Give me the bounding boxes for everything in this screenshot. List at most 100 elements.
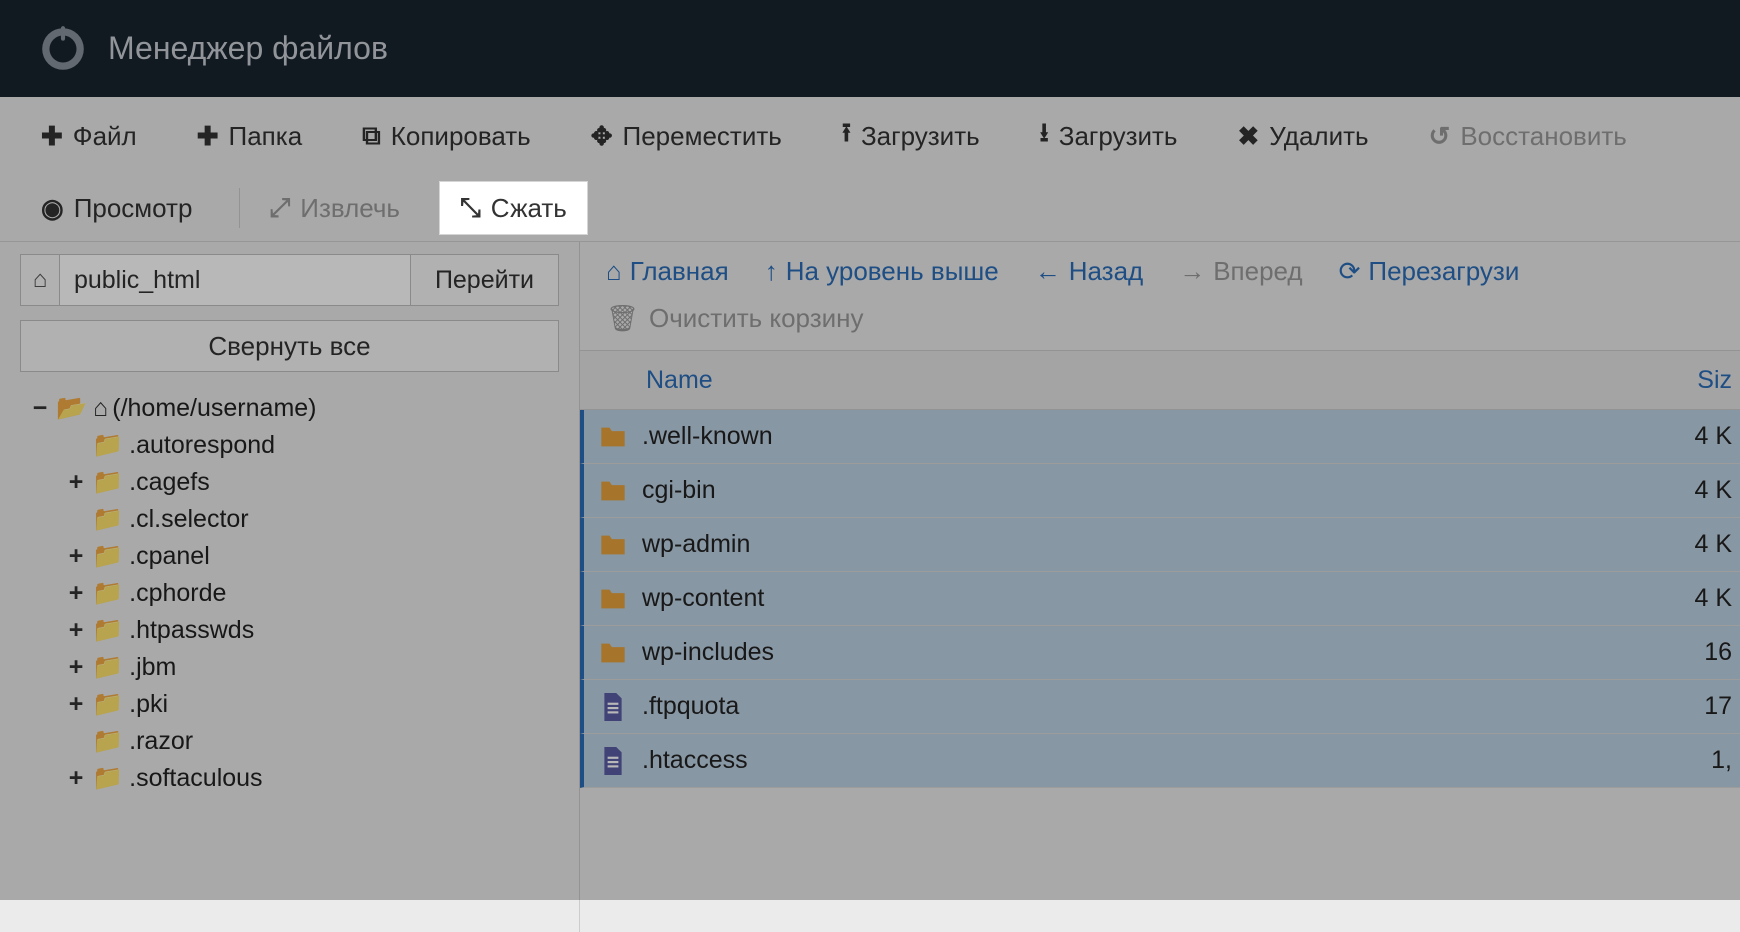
col-size-header[interactable]: Siz bbox=[1660, 366, 1740, 395]
tree-item-label: .cpanel bbox=[129, 542, 210, 571]
tree-item-label: .jbm bbox=[129, 653, 176, 682]
folder-icon: 📁 bbox=[92, 690, 123, 719]
file-name: wp-admin bbox=[642, 530, 1660, 559]
view-button[interactable]: ◉Просмотр bbox=[20, 182, 213, 235]
folder-open-icon: 📂 bbox=[56, 394, 87, 423]
tree-item[interactable]: 📁.cl.selector bbox=[20, 501, 559, 538]
expand-icon[interactable]: + bbox=[66, 468, 86, 497]
upload-button[interactable]: ⭱Загрузить bbox=[821, 103, 1001, 169]
left-arrow-icon: ← bbox=[1035, 256, 1061, 287]
tree-item-label: .cagefs bbox=[129, 468, 210, 497]
table-row[interactable]: wp-admin4 K bbox=[580, 518, 1740, 572]
home-icon: ⌂ bbox=[93, 394, 108, 423]
tree-item[interactable]: 📁.razor bbox=[20, 723, 559, 760]
file-name: cgi-bin bbox=[642, 476, 1660, 505]
table-row[interactable]: wp-content4 K bbox=[580, 572, 1740, 626]
home-button[interactable]: ⌂ bbox=[20, 254, 60, 306]
folder-button[interactable]: ✚Папка bbox=[176, 110, 323, 163]
folder-icon: 📁 bbox=[92, 616, 123, 645]
tree-root[interactable]: − 📂 ⌂ (/home/username) bbox=[20, 390, 559, 427]
delete-button[interactable]: ✖Удалить bbox=[1216, 110, 1389, 163]
file-button[interactable]: ✚Файл bbox=[20, 110, 158, 163]
nav-reload[interactable]: ⟳Перезагрузи bbox=[1339, 256, 1520, 287]
go-button[interactable]: Перейти bbox=[411, 254, 559, 306]
table-row[interactable]: .well-known4 K bbox=[580, 410, 1740, 464]
tree-item[interactable]: +📁.htpasswds bbox=[20, 612, 559, 649]
file-size: 1, bbox=[1660, 746, 1740, 775]
tree-item-label: .cl.selector bbox=[129, 505, 248, 534]
nav-home[interactable]: ⌂Главная bbox=[606, 256, 729, 287]
path-input[interactable] bbox=[60, 254, 411, 306]
empty-trash[interactable]: 🗑Очистить корзину bbox=[580, 295, 1740, 350]
expand-icon[interactable]: + bbox=[66, 542, 86, 571]
tree-item[interactable]: +📁.cpanel bbox=[20, 538, 559, 575]
folder-icon bbox=[584, 425, 642, 449]
table-row[interactable]: cgi-bin4 K bbox=[580, 464, 1740, 518]
nav-forward[interactable]: →Вперед bbox=[1179, 256, 1302, 287]
tree-item-label: .pki bbox=[129, 690, 168, 719]
file-name: wp-includes bbox=[642, 638, 1660, 667]
plus-icon: ✚ bbox=[41, 121, 63, 152]
folder-icon: 📁 bbox=[92, 653, 123, 682]
compress-icon: ⤡ bbox=[460, 192, 481, 224]
move-button[interactable]: ✥Переместить bbox=[570, 110, 803, 163]
delete-icon: ✖ bbox=[1237, 121, 1259, 152]
folder-icon: 📁 bbox=[92, 431, 123, 460]
download-button[interactable]: ⭳Загрузить bbox=[1019, 103, 1199, 169]
home-icon: ⌂ bbox=[606, 256, 622, 287]
compress-button[interactable]: ⤡Сжать bbox=[439, 181, 588, 235]
copy-icon: ⧉ bbox=[362, 120, 381, 152]
cpanel-logo-icon bbox=[35, 21, 90, 76]
tree-item-label: .softaculous bbox=[129, 764, 262, 793]
plus-icon: ✚ bbox=[197, 121, 219, 152]
download-icon: ⭳ bbox=[1040, 114, 1049, 158]
folder-icon: 📁 bbox=[92, 764, 123, 793]
extract-button[interactable]: ⤢Извлечь bbox=[248, 181, 421, 235]
folder-icon: 📁 bbox=[92, 727, 123, 756]
expand-icon[interactable]: + bbox=[66, 690, 86, 719]
expand-icon[interactable]: + bbox=[66, 653, 86, 682]
expand-icon[interactable]: + bbox=[66, 764, 86, 793]
tree-item[interactable]: +📁.cagefs bbox=[20, 464, 559, 501]
folder-icon bbox=[584, 641, 642, 665]
collapse-icon[interactable]: − bbox=[30, 394, 50, 423]
table-row[interactable]: .htaccess1, bbox=[580, 734, 1740, 788]
tree-item-label: .cphorde bbox=[129, 579, 226, 608]
upload-icon: ⭱ bbox=[842, 114, 851, 158]
tree-item[interactable]: 📁.autorespond bbox=[20, 427, 559, 464]
file-name: .htaccess bbox=[642, 746, 1660, 775]
folder-icon: 📁 bbox=[92, 579, 123, 608]
file-icon bbox=[584, 693, 642, 721]
file-icon bbox=[584, 747, 642, 775]
expand-icon[interactable]: + bbox=[66, 616, 86, 645]
main-toolbar: ✚Файл ✚Папка ⧉Копировать ✥Переместить ⭱З… bbox=[0, 97, 1740, 242]
up-arrow-icon: ↑ bbox=[765, 256, 778, 287]
file-size: 16 bbox=[1660, 638, 1740, 667]
file-size: 4 K bbox=[1660, 422, 1740, 451]
tree-item[interactable]: +📁.cphorde bbox=[20, 575, 559, 612]
folder-icon: 📁 bbox=[92, 468, 123, 497]
app-title: Менеджер файлов bbox=[108, 30, 388, 67]
folder-icon: 📁 bbox=[92, 542, 123, 571]
collapse-all-button[interactable]: Свернуть все bbox=[20, 320, 559, 372]
eye-icon: ◉ bbox=[41, 193, 64, 224]
folder-icon bbox=[584, 533, 642, 557]
restore-button[interactable]: ↺Восстановить bbox=[1408, 110, 1648, 163]
nav-back[interactable]: ←Назад bbox=[1035, 256, 1144, 287]
app-header: Менеджер файлов bbox=[0, 0, 1740, 97]
table-row[interactable]: .ftpquota17 bbox=[580, 680, 1740, 734]
nav-up[interactable]: ↑На уровень выше bbox=[765, 256, 999, 287]
file-size: 17 bbox=[1660, 692, 1740, 721]
table-row[interactable]: wp-includes16 bbox=[580, 626, 1740, 680]
folder-icon bbox=[584, 587, 642, 611]
file-name: .ftpquota bbox=[642, 692, 1660, 721]
copy-button[interactable]: ⧉Копировать bbox=[341, 109, 552, 163]
restore-icon: ↺ bbox=[1429, 121, 1451, 152]
col-name-header[interactable]: Name bbox=[642, 366, 1660, 395]
tree-item[interactable]: +📁.softaculous bbox=[20, 760, 559, 797]
expand-icon[interactable]: + bbox=[66, 579, 86, 608]
tree-item[interactable]: +📁.pki bbox=[20, 686, 559, 723]
folder-icon bbox=[584, 479, 642, 503]
file-size: 4 K bbox=[1660, 584, 1740, 613]
tree-item[interactable]: +📁.jbm bbox=[20, 649, 559, 686]
